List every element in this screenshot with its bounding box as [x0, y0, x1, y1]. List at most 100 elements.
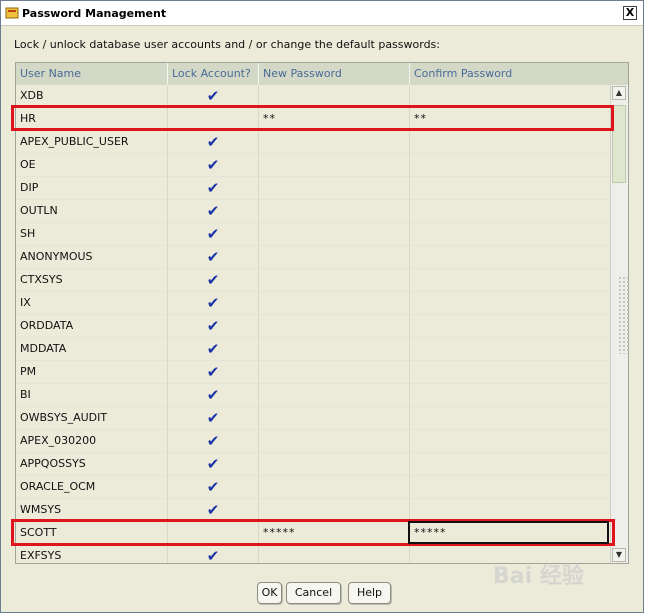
confirm-password-field[interactable] [410, 223, 612, 245]
table-row[interactable]: OUTLN ✔ [16, 200, 612, 223]
table-row[interactable]: ORDDATA ✔ [16, 315, 612, 338]
new-password-field[interactable] [259, 154, 410, 176]
resize-grip[interactable] [618, 276, 630, 354]
column-header-confirm-password[interactable]: Confirm Password [410, 63, 612, 85]
confirm-password-field[interactable]: ** [410, 108, 612, 130]
new-password-field[interactable] [259, 85, 410, 107]
lock-account-checkbox[interactable]: ✔ [168, 384, 259, 406]
checkmark-icon: ✔ [206, 501, 220, 519]
confirm-password-field[interactable] [410, 361, 612, 383]
lock-account-checkbox[interactable]: ✔ [168, 361, 259, 383]
confirm-password-field[interactable] [410, 269, 612, 291]
confirm-password-field[interactable] [410, 154, 612, 176]
user-name-cell: MDDATA [16, 338, 168, 360]
new-password-field[interactable] [259, 338, 410, 360]
column-header-new-password[interactable]: New Password [259, 63, 410, 85]
confirm-password-field[interactable] [410, 177, 612, 199]
lock-account-checkbox[interactable]: ✔ [168, 223, 259, 245]
new-password-field[interactable] [259, 453, 410, 475]
confirm-password-field[interactable] [410, 315, 612, 337]
lock-account-checkbox[interactable]: ✔ [168, 131, 259, 153]
scroll-thumb[interactable] [612, 105, 626, 183]
new-password-field[interactable] [259, 499, 410, 521]
lock-account-checkbox[interactable]: ✔ [168, 338, 259, 360]
confirm-password-field[interactable] [410, 338, 612, 360]
table-row[interactable]: DIP ✔ [16, 177, 612, 200]
table-row[interactable]: OWBSYS_AUDIT ✔ [16, 407, 612, 430]
confirm-password-field[interactable] [410, 131, 612, 153]
table-row[interactable]: WMSYS ✔ [16, 499, 612, 522]
confirm-password-field[interactable] [410, 246, 612, 268]
new-password-field[interactable] [259, 315, 410, 337]
new-password-field[interactable] [259, 476, 410, 498]
scroll-up-arrow-icon[interactable]: ▲ [612, 86, 626, 100]
cancel-button[interactable]: Cancel [286, 582, 341, 604]
table-row[interactable]: PM ✔ [16, 361, 612, 384]
lock-account-checkbox[interactable]: ✔ [168, 430, 259, 452]
confirm-password-field[interactable] [410, 430, 612, 452]
table-row[interactable]: XDB ✔ [16, 85, 612, 108]
lock-account-checkbox[interactable]: ✔ [168, 85, 259, 107]
confirm-password-field[interactable] [410, 292, 612, 314]
table-row[interactable]: IX ✔ [16, 292, 612, 315]
table-row[interactable]: OE ✔ [16, 154, 612, 177]
column-header-user-name[interactable]: User Name [16, 63, 168, 85]
lock-account-checkbox[interactable]: ✔ [168, 407, 259, 429]
new-password-field[interactable] [259, 177, 410, 199]
table-row[interactable]: APEX_PUBLIC_USER ✔ [16, 131, 612, 154]
lock-account-checkbox[interactable]: ✔ [168, 476, 259, 498]
table-row[interactable]: HR ** ** [16, 108, 612, 131]
password-management-dialog: Password Management X Lock / unlock data… [0, 0, 644, 613]
checkmark-icon: ✔ [206, 386, 220, 404]
lock-account-checkbox[interactable]: ✔ [168, 315, 259, 337]
new-password-field[interactable] [259, 200, 410, 222]
lock-account-checkbox[interactable]: ✔ [168, 545, 259, 563]
confirm-password-field[interactable] [410, 476, 612, 498]
new-password-field[interactable] [259, 361, 410, 383]
lock-account-checkbox[interactable]: ✔ [168, 154, 259, 176]
confirm-password-field[interactable] [410, 200, 612, 222]
help-button[interactable]: Help [348, 582, 391, 604]
column-header-lock-account[interactable]: Lock Account? [168, 63, 259, 85]
new-password-field[interactable] [259, 269, 410, 291]
close-button[interactable]: X [623, 6, 637, 20]
lock-account-checkbox[interactable]: ✔ [168, 177, 259, 199]
table-row[interactable]: ANONYMOUS ✔ [16, 246, 612, 269]
lock-account-checkbox[interactable]: ✔ [168, 453, 259, 475]
table-row[interactable]: APEX_030200 ✔ [16, 430, 612, 453]
confirm-password-field[interactable] [410, 453, 612, 475]
lock-account-checkbox[interactable]: ✔ [168, 269, 259, 291]
new-password-field[interactable] [259, 223, 410, 245]
new-password-field[interactable]: ** [259, 108, 410, 130]
lock-account-checkbox[interactable]: ✔ [168, 292, 259, 314]
lock-account-checkbox[interactable] [168, 108, 259, 130]
new-password-field[interactable] [259, 292, 410, 314]
lock-account-checkbox[interactable]: ✔ [168, 200, 259, 222]
new-password-field[interactable] [259, 131, 410, 153]
focused-confirm-password-field[interactable] [408, 521, 609, 544]
table-row[interactable]: CTXSYS ✔ [16, 269, 612, 292]
table-row[interactable]: APPQOSSYS ✔ [16, 453, 612, 476]
lock-account-checkbox[interactable] [168, 522, 259, 544]
table-row[interactable]: BI ✔ [16, 384, 612, 407]
scroll-down-arrow-icon[interactable]: ▼ [612, 548, 626, 562]
table-row[interactable]: SH ✔ [16, 223, 612, 246]
table-row[interactable]: ORACLE_OCM ✔ [16, 476, 612, 499]
confirm-password-field[interactable] [410, 499, 612, 521]
new-password-field[interactable]: ***** [259, 522, 410, 544]
checkmark-icon: ✔ [206, 455, 220, 473]
new-password-field[interactable] [259, 545, 410, 563]
new-password-field[interactable] [259, 246, 410, 268]
lock-account-checkbox[interactable]: ✔ [168, 499, 259, 521]
checkmark-icon: ✔ [206, 87, 220, 105]
confirm-password-field[interactable] [410, 407, 612, 429]
ok-button[interactable]: OK [257, 582, 282, 604]
confirm-password-field[interactable] [410, 85, 612, 107]
checkmark-icon: ✔ [206, 317, 220, 335]
table-row[interactable]: MDDATA ✔ [16, 338, 612, 361]
new-password-field[interactable] [259, 407, 410, 429]
lock-account-checkbox[interactable]: ✔ [168, 246, 259, 268]
confirm-password-field[interactable] [410, 384, 612, 406]
new-password-field[interactable] [259, 384, 410, 406]
new-password-field[interactable] [259, 430, 410, 452]
